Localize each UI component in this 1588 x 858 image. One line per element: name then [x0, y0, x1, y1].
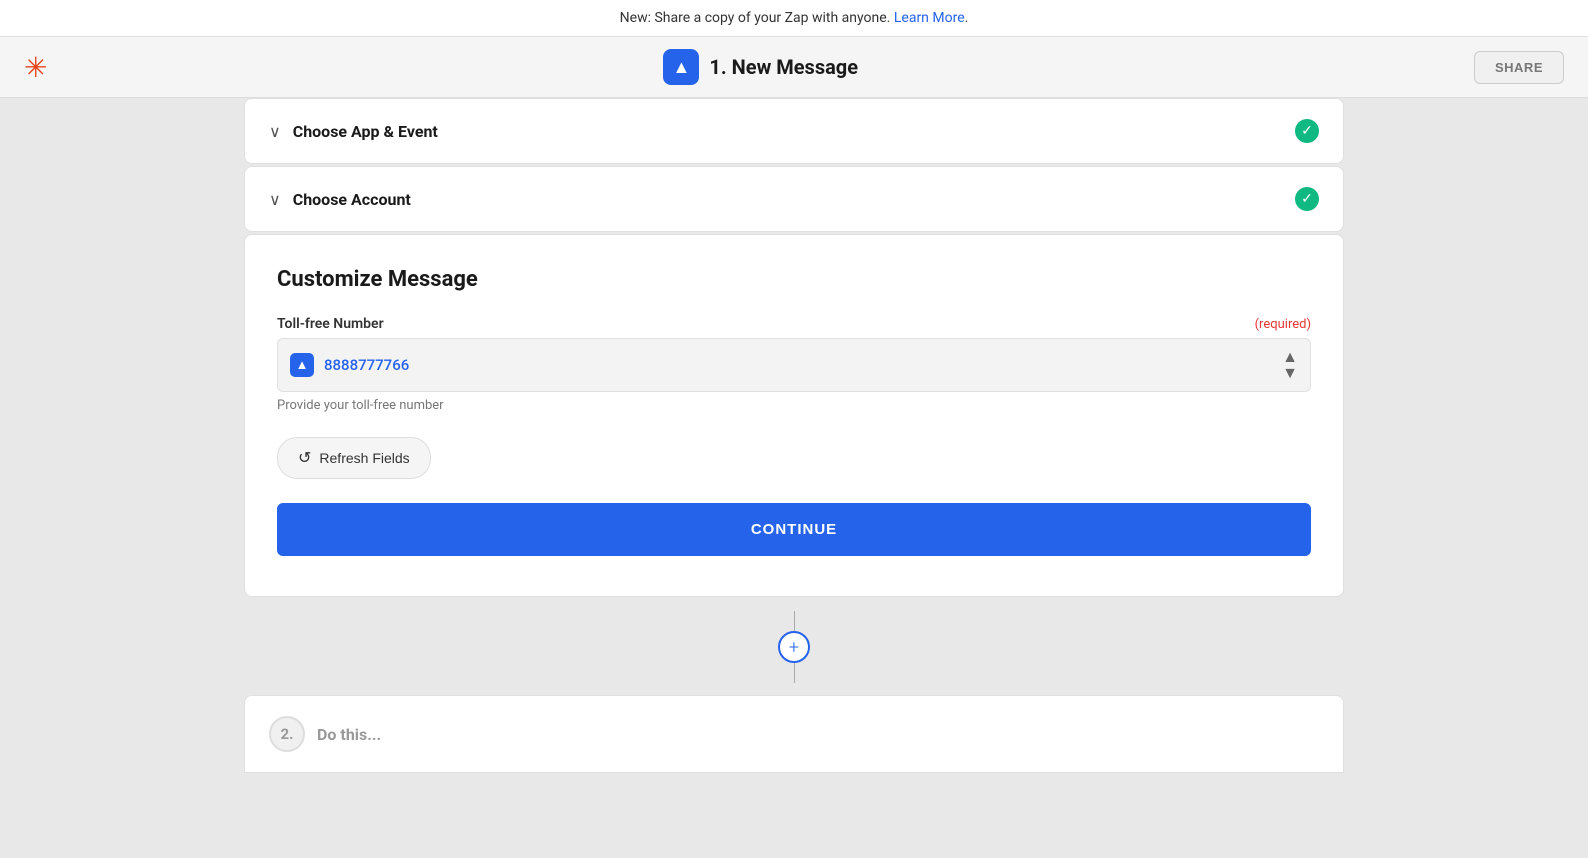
choose-app-check-icon: ✓: [1295, 119, 1319, 143]
step2-number: 2.: [269, 716, 305, 752]
choose-app-section: ∨ Choose App & Event ✓: [244, 98, 1344, 164]
banner-suffix: .: [965, 10, 969, 26]
share-button[interactable]: SHARE: [1474, 51, 1564, 84]
customize-message-card: Customize Message Toll-free Number (requ…: [244, 234, 1344, 597]
center-column: ∨ Choose App & Event ✓ ∨ Choose Account …: [224, 98, 1364, 858]
step2-label: Do this...: [317, 725, 381, 744]
add-step-connector: +: [244, 599, 1344, 695]
refresh-icon: ↺: [298, 448, 311, 468]
step2-card: 2. Do this...: [244, 695, 1344, 773]
check-symbol: ✓: [1301, 123, 1313, 139]
step2-num-text: 2.: [281, 725, 294, 743]
continue-button[interactable]: CONTINUE: [277, 503, 1311, 556]
choose-account-title: Choose Account: [293, 190, 411, 209]
header-title-wrap: ▲ 1. New Message: [663, 49, 858, 85]
chevron-down-icon-2: ∨: [269, 190, 281, 209]
dropdown-left: ▲ 8888777766: [290, 353, 409, 377]
toll-free-dropdown[interactable]: ▲ 8888777766 ▲ ▼: [277, 338, 1311, 392]
choose-account-section: ∨ Choose Account ✓: [244, 166, 1344, 232]
toll-free-number-field: Toll-free Number (required) ▲ 8888777766…: [277, 316, 1311, 413]
banner-text: New: Share a copy of your Zap with anyon…: [620, 10, 891, 26]
header: ✳ ▲ 1. New Message SHARE: [0, 37, 1588, 98]
customize-title: Customize Message: [277, 267, 1311, 292]
toll-free-label: Toll-free Number: [277, 316, 384, 332]
dropdown-icon-symbol: ▲: [296, 357, 309, 373]
connector-line-bottom: [794, 663, 795, 683]
check-symbol-2: ✓: [1301, 191, 1313, 207]
main-content: ∨ Choose App & Event ✓ ∨ Choose Account …: [0, 98, 1588, 858]
choose-app-header[interactable]: ∨ Choose App & Event ✓: [245, 99, 1343, 163]
app-icon-symbol: ▲: [673, 57, 691, 78]
plus-icon: +: [789, 637, 799, 658]
choose-account-header-left: ∨ Choose Account: [269, 190, 411, 209]
zapier-logo-icon[interactable]: ✳: [24, 51, 47, 84]
chevron-down-icon: ∨: [269, 122, 281, 141]
required-label: (required): [1255, 317, 1311, 332]
choose-app-header-left: ∨ Choose App & Event: [269, 122, 438, 141]
dropdown-sort-icon: ▲ ▼: [1282, 349, 1298, 381]
choose-account-check-icon: ✓: [1295, 187, 1319, 211]
choose-app-title: Choose App & Event: [293, 122, 438, 141]
refresh-label: Refresh Fields: [319, 450, 409, 466]
refresh-fields-button[interactable]: ↺ Refresh Fields: [277, 437, 431, 479]
top-banner: New: Share a copy of your Zap with anyon…: [0, 0, 1588, 37]
choose-account-header[interactable]: ∨ Choose Account ✓: [245, 167, 1343, 231]
field-label-row: Toll-free Number (required): [277, 316, 1311, 332]
app-icon: ▲: [663, 49, 699, 85]
connector-line-top: [794, 611, 795, 631]
field-hint: Provide your toll-free number: [277, 398, 1311, 413]
banner-link[interactable]: Learn More: [894, 10, 965, 26]
toll-free-value: 8888777766: [324, 356, 409, 374]
dropdown-app-icon: ▲: [290, 353, 314, 377]
add-step-button[interactable]: +: [778, 631, 810, 663]
page-title: 1. New Message: [709, 55, 858, 79]
